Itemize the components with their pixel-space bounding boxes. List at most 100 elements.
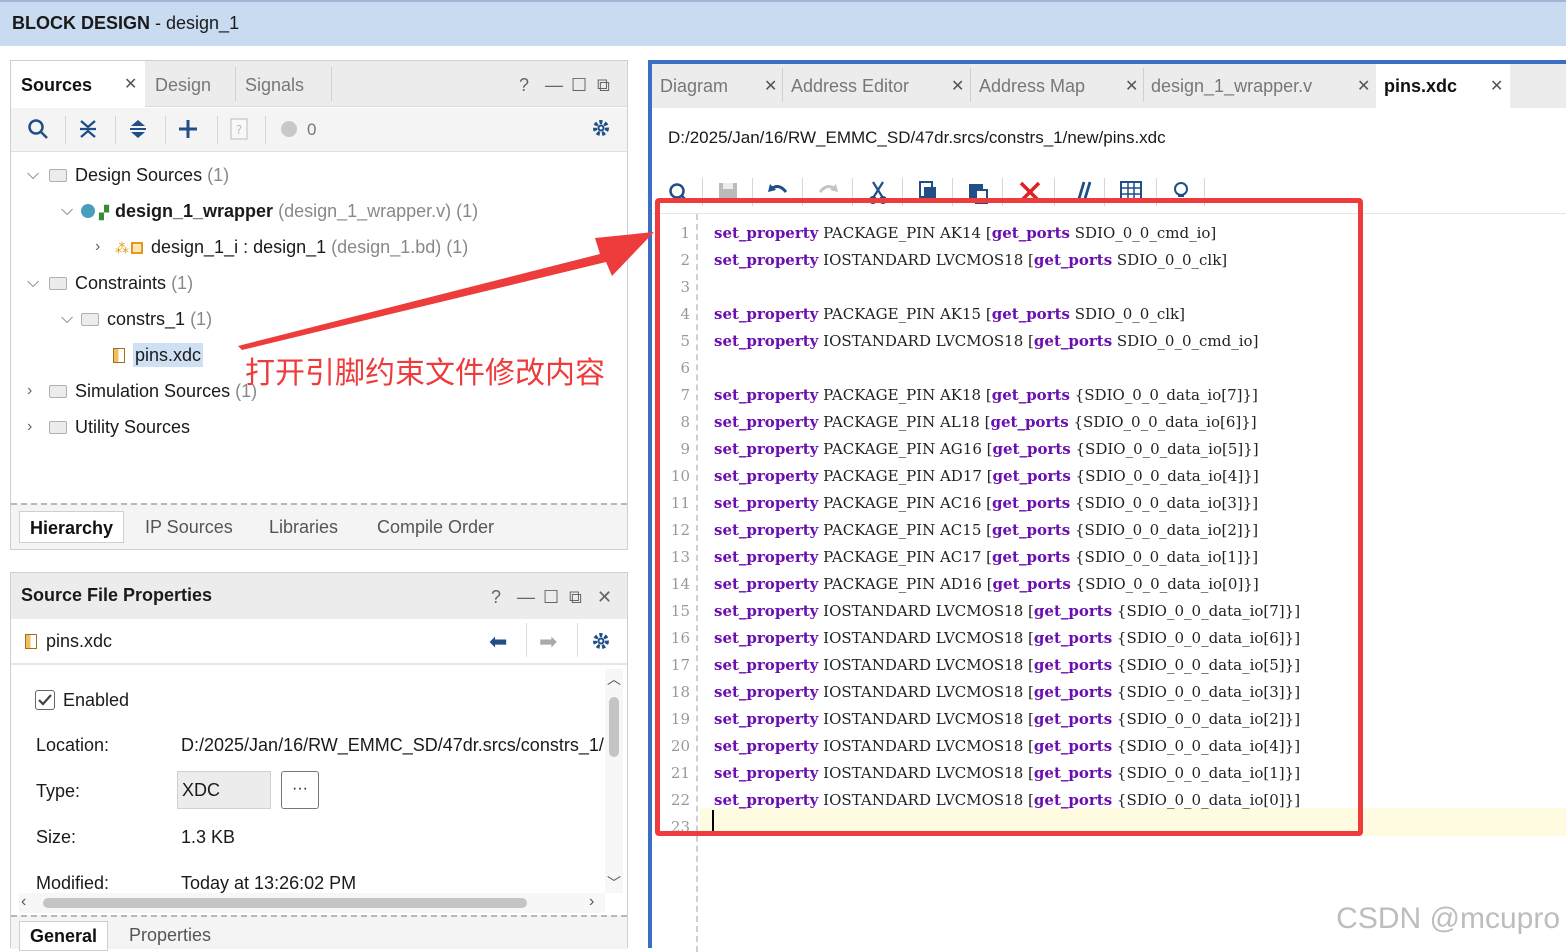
properties-title: Source File Properties: [21, 585, 213, 605]
sources-bottom-tabs: Hierarchy IP Sources Libraries Compile O…: [11, 503, 627, 549]
enabled-checkbox[interactable]: [35, 690, 55, 710]
gear-icon[interactable]: [591, 118, 611, 143]
tab-diagram[interactable]: Diagram ✕: [652, 64, 782, 108]
tab-address-editor[interactable]: Address Editor ✕: [783, 64, 969, 108]
help-icon[interactable]: ?: [491, 587, 501, 608]
status-circle-icon: [279, 118, 299, 145]
type-field[interactable]: XDC: [177, 771, 271, 809]
tab-address-map[interactable]: Address Map ✕: [971, 64, 1143, 108]
scroll-right-icon[interactable]: ›: [589, 893, 594, 911]
minimize-icon[interactable]: —: [545, 75, 563, 96]
type-label: Type:: [36, 781, 81, 801]
close-icon[interactable]: ✕: [951, 65, 964, 109]
collapse-all-icon[interactable]: [77, 118, 99, 145]
modified-value: Today at 13:26:02 PM: [181, 873, 357, 893]
close-icon[interactable]: ✕: [124, 61, 137, 109]
source-file-properties-panel: Source File Properties ? — ☐ ⧉ ✕ pins.xd…: [10, 572, 628, 951]
help-icon[interactable]: ?: [519, 75, 529, 96]
expand-all-icon[interactable]: [127, 118, 149, 145]
window-title: BLOCK DESIGN - design_1: [12, 13, 240, 33]
gear-icon[interactable]: [591, 631, 611, 656]
location-label: Location:: [36, 735, 110, 755]
block-design-icon: ⁂: [115, 240, 129, 256]
properties-file-name: pins.xdc: [46, 631, 113, 651]
properties-bottom-tabs: General Properties: [11, 915, 627, 951]
status-count: 0: [307, 120, 317, 139]
tab-design-1-wrapper-v[interactable]: design_1_wrapper.v ✕: [1143, 64, 1375, 108]
chevron-down-icon[interactable]: ⌵: [61, 304, 73, 334]
watermark: CSDN @mcupro: [1336, 902, 1560, 935]
close-icon[interactable]: ✕: [1357, 65, 1370, 109]
svg-text:?: ?: [236, 123, 242, 137]
chevron-down-icon[interactable]: ⌵: [27, 160, 39, 190]
sources-toolbar: ? 0: [11, 108, 627, 152]
tree-simulation-sources[interactable]: › Simulation Sources (1): [27, 376, 257, 406]
annotation-text: 打开引脚约束文件修改内容: [245, 356, 605, 391]
chevron-right-icon[interactable]: ›: [27, 412, 32, 442]
scrollbar-thumb[interactable]: [43, 898, 527, 908]
tab-libraries[interactable]: Libraries: [259, 511, 348, 543]
type-browse-button[interactable]: ···: [281, 771, 319, 809]
close-icon[interactable]: ✕: [1125, 65, 1138, 109]
window-title-bar: BLOCK DESIGN - design_1: [0, 0, 1566, 46]
chevron-down-icon[interactable]: ⌵: [61, 196, 73, 226]
scrollbar-thumb[interactable]: [609, 697, 619, 757]
hierarchy-icon: ▞: [99, 205, 109, 220]
folder-icon: [49, 169, 67, 182]
tab-signals[interactable]: Signals: [235, 61, 304, 107]
xdc-file-icon: [25, 634, 37, 649]
location-value: D:/2025/Jan/16/RW_EMMC_SD/47dr.srcs/cons…: [181, 735, 604, 755]
float-icon[interactable]: ⧉: [569, 587, 582, 608]
maximize-icon[interactable]: ☐: [571, 75, 587, 96]
bd-file-icon: [131, 242, 143, 254]
enabled-label: Enabled: [63, 690, 130, 710]
top-module-icon: [81, 204, 95, 218]
close-icon[interactable]: ✕: [1490, 65, 1503, 109]
size-label: Size:: [36, 827, 77, 847]
tab-pins-xdc[interactable]: pins.xdc ✕: [1376, 64, 1510, 108]
tab-design[interactable]: Design: [145, 61, 211, 107]
tab-general[interactable]: General: [19, 921, 109, 951]
scroll-left-icon[interactable]: ‹: [21, 893, 26, 911]
modified-label: Modified:: [36, 873, 110, 893]
tab-hierarchy[interactable]: Hierarchy: [19, 511, 125, 543]
close-icon[interactable]: ✕: [597, 587, 612, 608]
annotation-arrow: [238, 232, 654, 350]
folder-icon: [49, 277, 67, 290]
properties-file-row: pins.xdc ⬅ ➡: [11, 619, 627, 665]
xdc-file-icon: [113, 348, 125, 363]
chevron-right-icon[interactable]: ›: [27, 376, 32, 406]
tree-pins-xdc[interactable]: pins.xdc: [113, 340, 204, 370]
tree-design-sources[interactable]: ⌵ Design Sources (1): [27, 160, 229, 190]
close-icon[interactable]: ✕: [764, 65, 777, 109]
back-arrow-icon[interactable]: ⬅: [489, 629, 507, 655]
unknown-file-icon[interactable]: ?: [229, 118, 249, 145]
horizontal-scrollbar[interactable]: ‹ ›: [19, 893, 605, 913]
folder-icon: [49, 421, 67, 434]
scroll-down-icon[interactable]: ﹀: [607, 873, 621, 893]
folder-icon: [81, 313, 99, 326]
minimize-icon[interactable]: —: [517, 587, 535, 608]
file-path: D:/2025/Jan/16/RW_EMMC_SD/47dr.srcs/cons…: [668, 128, 1166, 147]
size-value: 1.3 KB: [181, 827, 236, 847]
float-icon[interactable]: ⧉: [597, 75, 610, 96]
chevron-down-icon[interactable]: ⌵: [27, 268, 39, 298]
tab-compile-order[interactable]: Compile Order: [367, 511, 504, 543]
properties-header: Source File Properties ? — ☐ ⧉ ✕: [11, 573, 627, 619]
editor-tab-bar: Diagram ✕ Address Editor ✕ Address Map ✕ de…: [652, 64, 1566, 108]
add-icon[interactable]: [177, 118, 199, 145]
tree-constrs-1[interactable]: ⌵ constrs_1 (1): [61, 304, 212, 334]
folder-icon: [49, 385, 67, 398]
sources-tab-bar: Sources ✕ Design Signals ? — ☐ ⧉: [11, 61, 627, 107]
vertical-scrollbar[interactable]: ︿ ﹀: [605, 669, 623, 893]
maximize-icon[interactable]: ☐: [543, 587, 559, 608]
tree-constraints[interactable]: ⌵ Constraints (1): [27, 268, 193, 298]
tab-properties[interactable]: Properties: [119, 921, 221, 951]
search-icon[interactable]: [27, 118, 49, 145]
tab-ip-sources[interactable]: IP Sources: [135, 511, 243, 543]
chevron-right-icon[interactable]: ›: [95, 232, 100, 262]
forward-arrow-icon[interactable]: ➡: [539, 629, 557, 655]
tab-sources[interactable]: Sources ✕: [11, 61, 145, 107]
scroll-up-icon[interactable]: ︿: [607, 669, 621, 689]
tree-utility-sources[interactable]: › Utility Sources: [27, 412, 190, 442]
